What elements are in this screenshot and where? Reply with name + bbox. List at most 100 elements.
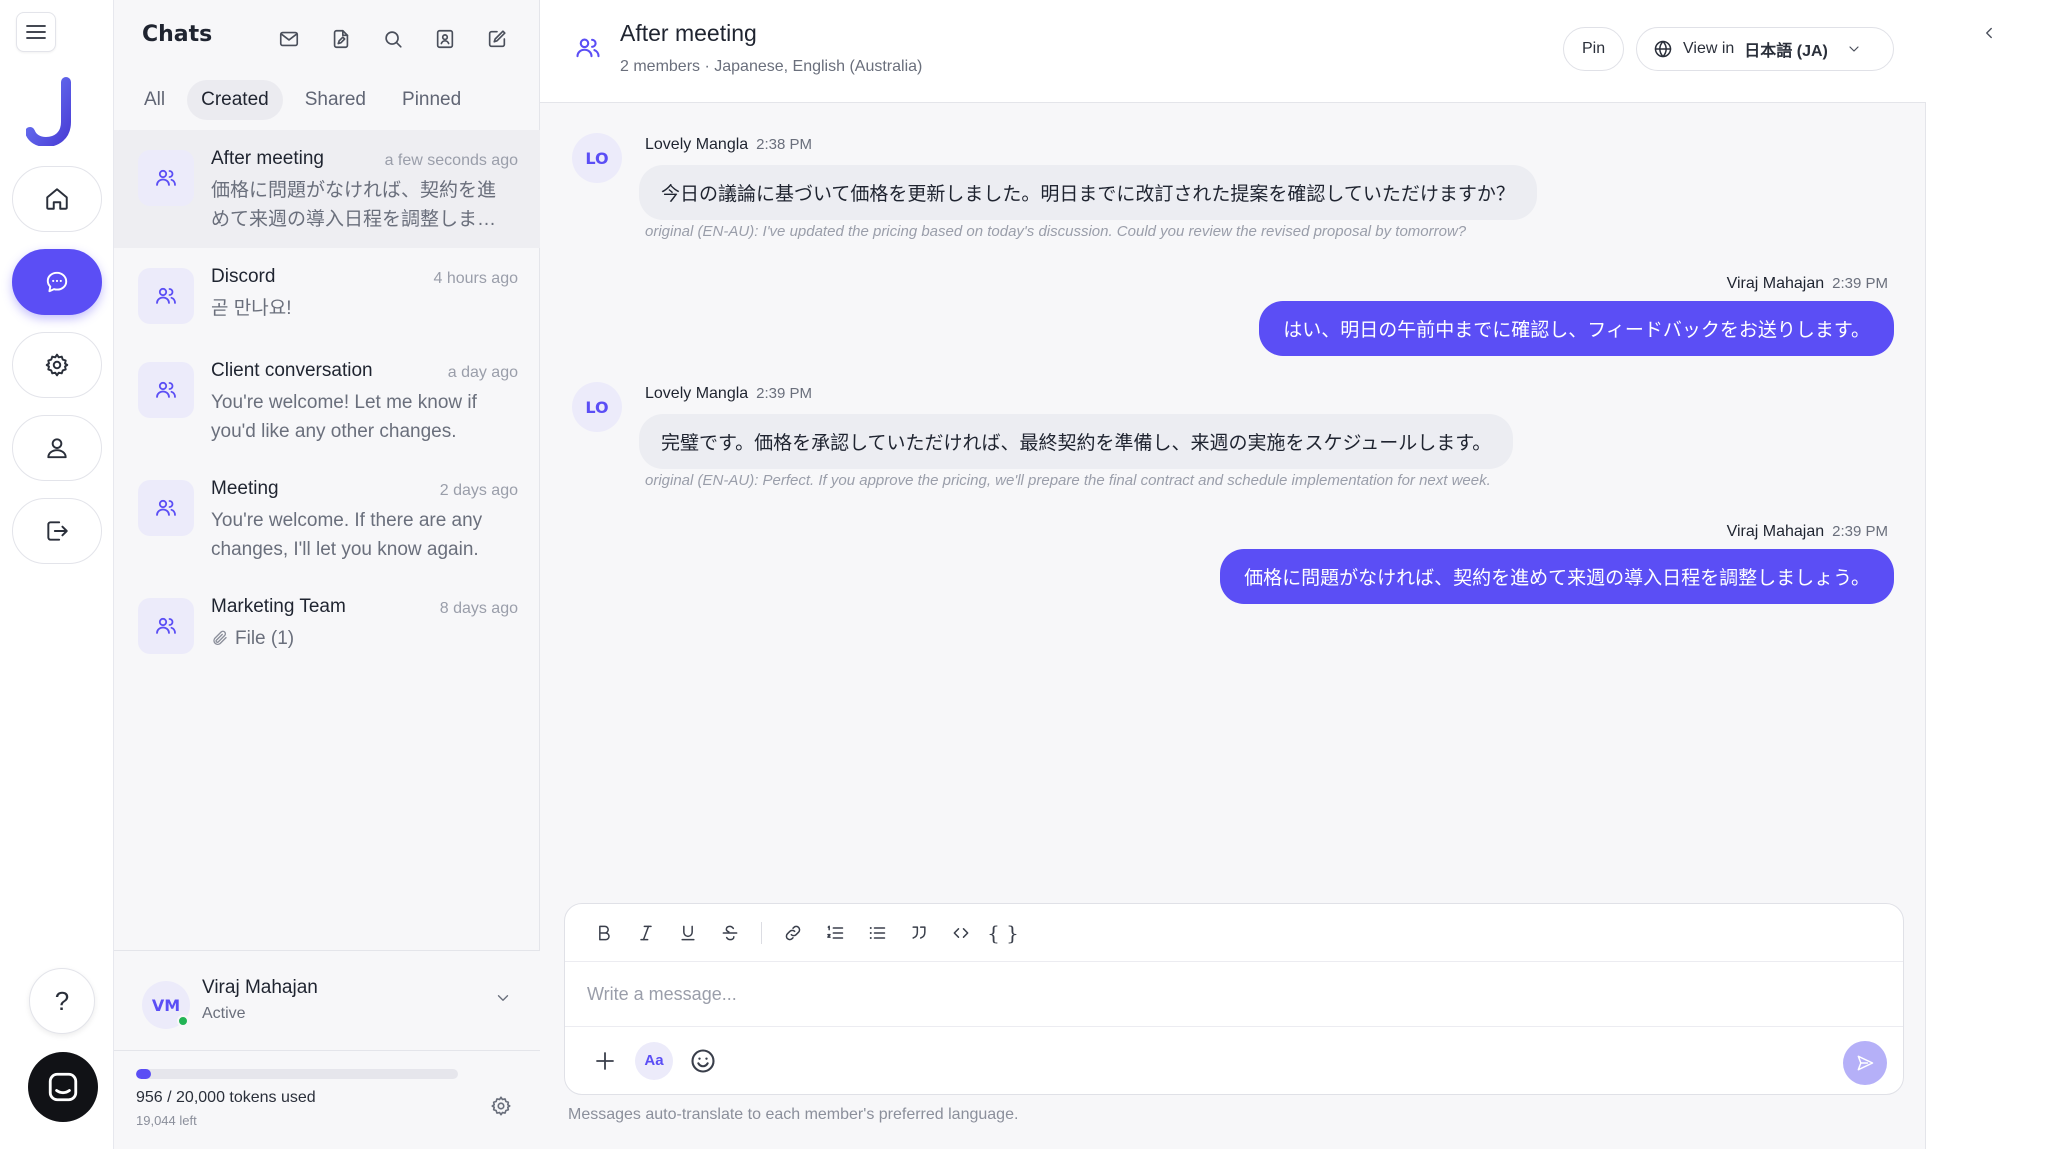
attach-button[interactable] xyxy=(587,1043,623,1079)
chat-time: 4 hours ago xyxy=(433,270,518,287)
text-format-button[interactable]: Aa xyxy=(635,1041,673,1080)
group-avatar xyxy=(138,480,194,536)
chevron-down-icon[interactable] xyxy=(494,989,512,1007)
filter-pinned[interactable]: Pinned xyxy=(388,80,475,120)
message-meta: Lovely Mangla 2:39 PM xyxy=(645,385,812,403)
send-icon xyxy=(1857,1055,1874,1071)
question-icon: ? xyxy=(54,985,70,1016)
home-button[interactable] xyxy=(12,166,102,232)
inline-code-button[interactable] xyxy=(944,916,978,950)
hamburger-icon xyxy=(26,25,46,39)
chat-filter-tabs: All Created Shared Pinned xyxy=(130,80,475,120)
chat-list-item[interactable]: Marketing Team 8 days ago File (1) xyxy=(114,578,540,672)
send-button[interactable] xyxy=(1843,1041,1887,1085)
strikethrough-button[interactable] xyxy=(713,916,747,950)
bold-button[interactable] xyxy=(587,916,621,950)
quote-button[interactable] xyxy=(902,916,936,950)
group-icon xyxy=(156,287,176,304)
chat-list-item[interactable]: After meeting a few seconds ago 価格に問題がなけ… xyxy=(114,130,540,248)
pin-button[interactable]: Pin xyxy=(1563,27,1625,71)
link-button[interactable] xyxy=(776,916,810,950)
avatar: LO xyxy=(572,382,622,432)
expand-panel-button[interactable] xyxy=(1976,20,2002,46)
message-time: 2:39 PM xyxy=(1832,523,1888,540)
gear-icon xyxy=(491,1096,511,1116)
toolbar-divider xyxy=(761,921,762,944)
message-input[interactable] xyxy=(587,974,1877,1014)
chat-preview: You're welcome! Let me know if you'd lik… xyxy=(211,392,477,442)
filter-created[interactable]: Created xyxy=(187,80,283,120)
user-status: Active xyxy=(202,1005,246,1022)
gear-icon xyxy=(45,353,69,377)
underline-button[interactable] xyxy=(671,916,705,950)
online-status-dot xyxy=(177,1015,189,1027)
contact-book-icon xyxy=(436,29,454,49)
code-block-button[interactable]: { } xyxy=(986,916,1020,950)
message-list: LO Lovely Mangla 2:38 PM 今日の議論に基づいて価格を更新し… xyxy=(540,103,1926,877)
chat-list-item[interactable]: Discord 4 hours ago 곧 만나요! xyxy=(114,248,540,342)
group-icon xyxy=(156,499,176,516)
tokens-used-label: 956 / 20,000 tokens used xyxy=(136,1089,316,1106)
conversation-pane: After meeting 2 members · Japanese, Engl… xyxy=(540,0,1926,1149)
mail-icon xyxy=(279,31,299,47)
original-text: original (EN-AU): Perfect. If you approv… xyxy=(645,472,1491,489)
usage-settings-button[interactable] xyxy=(490,1095,512,1117)
support-chat-button[interactable] xyxy=(28,1052,98,1122)
search-icon xyxy=(385,31,402,48)
app-logo xyxy=(26,76,86,146)
message-bubble: 完璧です。価格を承認していただければ、最終契約を準備し、来週の実施をスケジュール… xyxy=(639,414,1514,469)
formatting-toolbar: { } xyxy=(565,904,1903,962)
chats-toolbar xyxy=(272,22,514,56)
message-outgoing: Viraj Mahajan 2:39 PM はい、明日の午前中までに確認し、フィー… xyxy=(1259,275,1894,356)
globe-icon xyxy=(1654,40,1672,58)
bullet-list-button[interactable] xyxy=(860,916,894,950)
filter-all[interactable]: All xyxy=(130,80,179,120)
group-icon xyxy=(574,34,602,62)
quote-icon xyxy=(912,925,926,939)
message-bubble: 価格に問題がなければ、契約を進めて来週の導入日程を調整しましょう。 xyxy=(1220,549,1894,604)
inbox-button[interactable] xyxy=(272,22,306,56)
conversation-title: After meeting xyxy=(620,20,757,46)
drafts-button[interactable] xyxy=(324,22,358,56)
group-avatar xyxy=(138,268,194,324)
emoji-button[interactable] xyxy=(685,1043,721,1079)
sender-name: Lovely Mangla xyxy=(645,385,749,402)
filter-shared[interactable]: Shared xyxy=(291,80,380,120)
chat-list: After meeting a few seconds ago 価格に問題がなけ… xyxy=(114,130,540,672)
token-usage: 956 / 20,000 tokens used 19,044 left xyxy=(114,1050,540,1149)
conversation-header: After meeting 2 members · Japanese, Engl… xyxy=(540,0,1926,103)
chats-panel: Chats All Created Shared Pinned After me… xyxy=(114,0,540,1149)
ordered-list-button[interactable] xyxy=(818,916,852,950)
compose-icon xyxy=(488,30,506,48)
code-icon xyxy=(953,927,969,938)
message-meta: Viraj Mahajan 2:39 PM xyxy=(1220,523,1888,541)
search-button[interactable] xyxy=(376,22,410,56)
strikethrough-icon xyxy=(722,925,738,940)
chats-nav-button[interactable] xyxy=(12,249,102,315)
italic-button[interactable] xyxy=(629,916,663,950)
new-chat-button[interactable] xyxy=(480,22,514,56)
tokens-left-label: 19,044 left xyxy=(136,1113,197,1128)
avatar: LO xyxy=(572,133,622,183)
contacts-button[interactable] xyxy=(428,22,462,56)
logout-button[interactable] xyxy=(12,498,102,564)
message-time: 2:39 PM xyxy=(756,385,813,402)
group-icon xyxy=(156,381,176,398)
link-icon xyxy=(785,925,801,940)
bullet-list-icon xyxy=(869,926,886,939)
menu-button[interactable] xyxy=(16,12,56,52)
chat-list-item[interactable]: Client conversation a day ago You're wel… xyxy=(114,342,540,460)
home-icon xyxy=(46,188,68,210)
view-language-select[interactable]: View in 日本語 (JA) xyxy=(1636,27,1894,71)
profile-button[interactable] xyxy=(12,415,102,481)
ordered-list-icon xyxy=(827,925,844,939)
settings-button[interactable] xyxy=(12,332,102,398)
auto-translate-hint: Messages auto-translate to each member's… xyxy=(568,1106,1019,1123)
chat-preview: 곧 만나요! xyxy=(211,298,292,319)
current-user-card[interactable]: VM Viraj Mahajan Active xyxy=(114,950,540,1050)
chat-list-item[interactable]: Meeting 2 days ago You're welcome. If th… xyxy=(114,460,540,578)
chat-preview: 価格に問題がなければ、契約を進めて来週の導入日程を調整しましょう。 xyxy=(211,180,497,230)
chat-time: 2 days ago xyxy=(439,482,518,499)
help-button[interactable]: ? xyxy=(29,968,95,1034)
group-icon xyxy=(156,617,176,634)
